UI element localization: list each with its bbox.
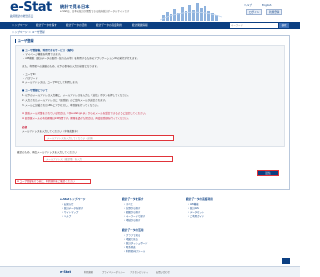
nav-item-advanced[interactable]: 統計データの高度利用: [96, 22, 122, 29]
footer-bottom-link[interactable]: アクセシビリティ: [130, 271, 148, 274]
footer-link[interactable]: 地図で見る: [124, 238, 138, 241]
footer-bottom-link[interactable]: プライバシーポリシー: [102, 271, 125, 274]
email-input[interactable]: メールアドレスを入力してください（必須）: [44, 135, 174, 141]
info-line: ・ パスワード: [22, 77, 38, 80]
login-button[interactable]: ログイン: [246, 9, 263, 15]
required-label: 必須: [22, 126, 28, 129]
panel-title: ユーザ登録: [15, 39, 34, 43]
info-line: 1. 以下のメールアドレス入力欄に、メールアドレスを入力し「送信」ボタンを押して…: [22, 94, 130, 97]
english-link[interactable]: English: [262, 4, 271, 7]
info-line: ■ ユーザ登録について: [22, 89, 48, 92]
footer-link[interactable]: 統計ダッシュボード: [124, 242, 148, 245]
registration-panel: ユーザ登録 ■ ユーザ登録後、利用できるサービス（無料） ・ マイページ機能を利…: [10, 35, 290, 190]
footer-link[interactable]: API機能: [188, 203, 199, 206]
info-line: ・ API機能（統計データの取得・絞り込み等）を利用するためのアプリケーションI…: [22, 57, 140, 60]
footer-link[interactable]: サイトマップ: [62, 211, 78, 214]
panel-title-text: ユーザ登録: [17, 39, 34, 43]
footer-link[interactable]: グラフで見る: [124, 234, 140, 237]
info-box: ■ ユーザ登録後、利用できるサービス（無料） ・ マイページ機能を利用できます。…: [15, 45, 285, 147]
email-label: メールアドレスを入力してください（半角英数字）: [22, 130, 80, 133]
nav-item-use-data[interactable]: 統計データの活用: [66, 22, 87, 29]
site-title: 統計で見る日本: [60, 4, 90, 9]
info-warning: ※ 仮登録メールの有効期限は24時間です。期限を過ぎた場合は、再度仮登録を行って…: [22, 117, 131, 120]
nav-item-top[interactable]: トップページ: [12, 22, 28, 29]
email-confirm-input[interactable]: メールアドレス（確認用）を入力: [43, 156, 173, 162]
estat-logo[interactable]: e-Stat 政府統計の総合窓口: [10, 1, 52, 21]
info-line: ・ マイページ機能を利用できます。: [22, 53, 63, 56]
info-warning: ※ 迷惑メール対策をされている場合は、「@e-stat.go.jp」からのメール…: [22, 112, 148, 115]
footer-link[interactable]: 地域から探す: [124, 219, 140, 222]
footer-link[interactable]: 分野から探す: [124, 207, 140, 210]
breadcrumb[interactable]: トップページ ＞ ユーザ登録: [12, 31, 45, 34]
footer-link[interactable]: データセット: [188, 211, 204, 214]
global-nav: トップページ 統計データを探す 統計データの活用 統計データの高度利用 統計関連…: [0, 22, 300, 29]
info-line: 2. 入力されたメールアドレスに「仮登録」のご案内メールが送信されます。: [22, 99, 108, 102]
help-link[interactable]: ヘルプ: [244, 4, 252, 7]
terms-note[interactable]: ※ ユーザ登録を行う前に、利用規約をご確認ください: [15, 179, 91, 184]
title-marker-icon: [15, 39, 17, 43]
register-button[interactable]: 新規登録: [266, 9, 283, 15]
footer-link[interactable]: 組織から探す: [124, 211, 140, 214]
email-confirm-label: 確認のため、再度メールアドレスを入力してください: [17, 151, 77, 154]
logo-text: e-Stat: [10, 0, 52, 15]
footer-col-title[interactable]: e-Statトップページ: [60, 198, 85, 201]
footer-logo[interactable]: e-Stat: [60, 270, 71, 274]
footer-link[interactable]: お知らせ: [62, 203, 74, 206]
skyline-illustration-icon: [160, 3, 223, 21]
nav-item-related[interactable]: 統計関連情報: [132, 22, 148, 29]
footer-link[interactable]: 統計データを探す: [62, 207, 83, 210]
logo-subtitle: 政府統計の総合窓口: [10, 15, 34, 18]
footer-col-title[interactable]: 統計データの高度利用: [186, 198, 213, 201]
footer-col-title[interactable]: 統計データの活用: [122, 229, 144, 232]
info-line: ・ ユーザID: [22, 73, 36, 76]
footer-col-title[interactable]: 統計データを探す: [122, 198, 144, 201]
footer-link[interactable]: ヘルプ: [62, 215, 71, 218]
footer-link[interactable]: 利用者向けツール: [124, 250, 145, 253]
nav-item-find-data[interactable]: 統計データを探す: [36, 22, 57, 29]
footer-link[interactable]: 時系列表: [124, 246, 136, 249]
page-top-button[interactable]: [282, 258, 290, 272]
footer-link[interactable]: キーワードで探す: [124, 215, 145, 218]
nav-search-button[interactable]: 検索: [279, 23, 289, 28]
info-line: また、利用者への連絡のため、以下の事項の入力が必要となります。: [22, 65, 100, 68]
footer-bar: e-Stat 利用規約 プライバシーポリシー アクセシビリティ お問い合わせ: [0, 266, 300, 277]
footer-link[interactable]: 統計GIS: [188, 207, 199, 210]
site-header: e-Stat 政府統計の総合窓口 統計で見る日本 e-Statは、日本の統計が閲…: [0, 0, 300, 22]
nav-search-input[interactable]: キーワード: [230, 23, 278, 28]
site-description: e-Statは、日本の統計が閲覧できる政府統計ポータルサイトです: [60, 10, 130, 13]
info-line: 3. メールに記載されたURLにアクセスし、本登録を行ってください。: [22, 104, 100, 107]
footer-link[interactable]: ご利用ガイド: [188, 215, 204, 218]
footer-bottom-link[interactable]: 利用規約: [84, 271, 93, 274]
page: e-Stat 政府統計の総合窓口 統計で見る日本 e-Statは、日本の統計が閲…: [0, 0, 300, 277]
submit-button[interactable]: 送信: [257, 170, 279, 176]
footer-bottom-link[interactable]: お問い合わせ: [156, 271, 170, 274]
info-line: ※ メールアドレスは、ユーザIDとして利用します。: [22, 81, 80, 84]
footer-links: e-Statトップページ お知らせ 統計データを探す サイトマップ ヘルプ 統計…: [0, 196, 300, 262]
info-line: ■ ユーザ登録後、利用できるサービス（無料）: [22, 49, 76, 52]
footer-link[interactable]: すべて: [124, 203, 133, 206]
